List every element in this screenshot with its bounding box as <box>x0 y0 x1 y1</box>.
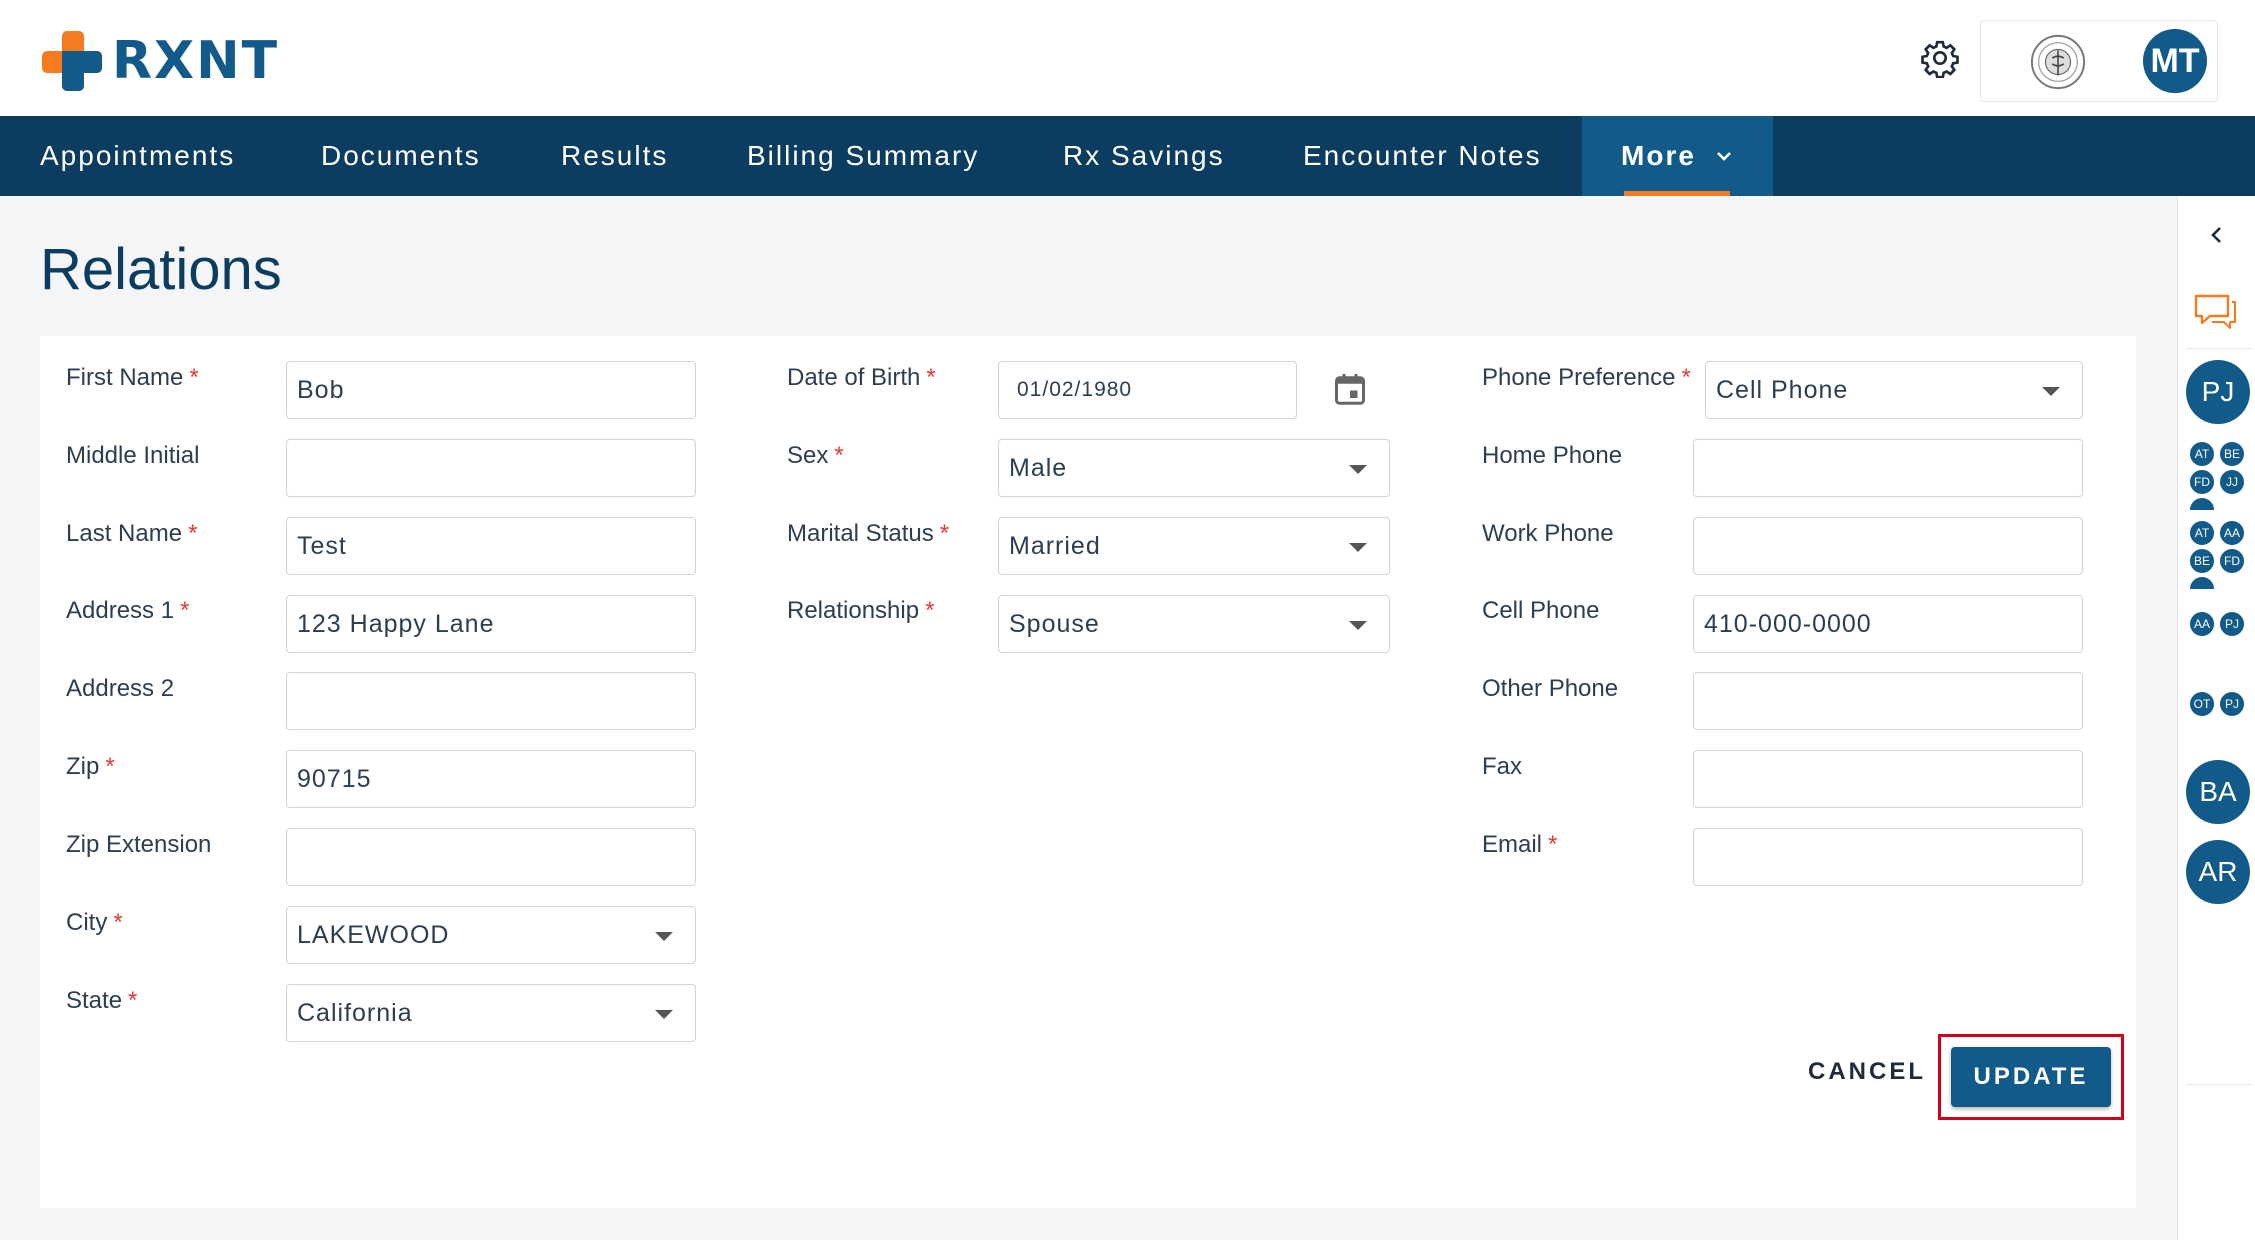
nav-more-label: More <box>1621 140 1696 171</box>
avatar[interactable]: MT <box>2143 29 2207 93</box>
address2-field[interactable] <box>286 672 696 730</box>
dob-field[interactable]: 01/02/1980 <box>998 361 1297 419</box>
email-field[interactable] <box>1693 828 2083 886</box>
relationship-label: Relationship * <box>787 597 935 624</box>
side-panel: PJ AT BE FD JJ AT AA BE FD AA PJ OT PJ B… <box>2177 196 2255 1240</box>
zip-extension-label: Zip Extension <box>66 831 212 858</box>
pair-avatar: AA <box>2188 610 2216 638</box>
middle-initial-field[interactable] <box>286 439 696 497</box>
pair-avatar: PJ <box>2218 610 2246 638</box>
group-avatar: AT <box>2188 440 2216 468</box>
address2-label: Address 2 <box>66 675 175 702</box>
group-avatar: JJ <box>2218 468 2246 496</box>
app-header: RXNT MT <box>0 0 2255 116</box>
nav-rx-savings[interactable]: Rx Savings <box>1063 116 1225 196</box>
email-label: Email * <box>1482 831 1558 858</box>
pair-avatar: PJ <box>2218 690 2246 718</box>
chevron-left-icon[interactable] <box>2206 224 2228 246</box>
zip-field[interactable]: 90715 <box>286 750 696 808</box>
logo-cross-icon <box>42 31 102 91</box>
group-avatar: BE <box>2188 547 2216 575</box>
other-phone-field[interactable] <box>1693 672 2083 730</box>
group-avatar-overflow <box>2188 496 2216 510</box>
rxnt-logo[interactable]: RXNT <box>42 30 279 92</box>
work-phone-label: Work Phone <box>1482 520 1614 547</box>
phone-preference-select[interactable]: Cell Phone <box>1705 361 2083 419</box>
chat-avatar-pj[interactable]: PJ <box>2186 360 2250 424</box>
group-avatar: FD <box>2218 547 2246 575</box>
chevron-down-icon <box>1717 152 1731 161</box>
group-avatar: FD <box>2188 468 2216 496</box>
dropdown-caret-icon <box>655 932 673 941</box>
marital-status-select[interactable]: Married <box>998 517 1390 575</box>
main-nav: Appointments Documents Results Billing S… <box>0 116 2255 196</box>
nav-appointments[interactable]: Appointments <box>40 116 235 196</box>
zip-extension-field[interactable] <box>286 828 696 886</box>
home-phone-field[interactable] <box>1693 439 2083 497</box>
update-button[interactable]: UPDATE <box>1951 1047 2111 1107</box>
other-phone-label: Other Phone <box>1482 675 1619 702</box>
state-label: State * <box>66 987 138 1014</box>
group-avatar-overflow <box>2188 575 2216 589</box>
nav-encounter-notes[interactable]: Encounter Notes <box>1303 116 1542 196</box>
sex-select[interactable]: Male <box>998 439 1390 497</box>
chat-pair-2[interactable]: OT PJ <box>2186 690 2250 720</box>
group-avatar: AA <box>2218 519 2246 547</box>
user-menu[interactable]: MT <box>1980 20 2218 102</box>
nav-results[interactable]: Results <box>561 116 668 196</box>
dropdown-caret-icon <box>655 1010 673 1019</box>
cell-phone-field[interactable]: 410-000-0000 <box>1693 595 2083 653</box>
sex-label: Sex * <box>787 442 844 469</box>
dob-label: Date of Birth * <box>787 364 936 391</box>
chat-icon[interactable] <box>2192 292 2238 332</box>
first-name-field[interactable]: Bob <box>286 361 696 419</box>
group-avatar: BE <box>2218 440 2246 468</box>
active-indicator <box>1624 191 1730 196</box>
divider <box>2186 1084 2252 1085</box>
chat-avatar-ar[interactable]: AR <box>2186 840 2250 904</box>
middle-initial-label: Middle Initial <box>66 442 200 469</box>
nav-more[interactable]: More <box>1582 116 1773 196</box>
calendar-icon[interactable] <box>1332 370 1368 408</box>
fax-label: Fax <box>1482 753 1523 780</box>
nav-documents[interactable]: Documents <box>321 116 481 196</box>
address1-label: Address 1 * <box>66 597 190 624</box>
city-label: City * <box>66 909 123 936</box>
update-highlight: UPDATE <box>1938 1034 2124 1120</box>
marital-status-label: Marital Status * <box>787 520 950 547</box>
chat-pair-1[interactable]: AA PJ <box>2186 610 2250 640</box>
dropdown-caret-icon <box>1349 621 1367 630</box>
page-title: Relations <box>40 237 282 302</box>
practice-seal-icon <box>2030 34 2086 90</box>
cancel-button[interactable]: CANCEL <box>1808 1058 1926 1086</box>
phone-preference-label: Phone Preference * <box>1482 364 1691 391</box>
chat-group-2[interactable]: AT AA BE FD <box>2186 519 2250 589</box>
divider <box>2186 348 2252 349</box>
work-phone-field[interactable] <box>1693 517 2083 575</box>
address1-field[interactable]: 123 Happy Lane <box>286 595 696 653</box>
dropdown-caret-icon <box>1349 465 1367 474</box>
dropdown-caret-icon <box>1349 543 1367 552</box>
first-name-label: First Name * <box>66 364 199 391</box>
relationship-select[interactable]: Spouse <box>998 595 1390 653</box>
fax-field[interactable] <box>1693 750 2083 808</box>
zip-label: Zip * <box>66 753 115 780</box>
cell-phone-label: Cell Phone <box>1482 597 1600 624</box>
group-avatar: AT <box>2188 519 2216 547</box>
state-select[interactable]: California <box>286 984 696 1042</box>
home-phone-label: Home Phone <box>1482 442 1623 469</box>
pair-avatar: OT <box>2188 690 2216 718</box>
logo-text: RXNT <box>112 31 280 91</box>
city-select[interactable]: LAKEWOOD <box>286 906 696 964</box>
dropdown-caret-icon <box>2042 387 2060 396</box>
chat-avatar-ba[interactable]: BA <box>2186 760 2250 824</box>
last-name-field[interactable]: Test <box>286 517 696 575</box>
nav-billing-summary[interactable]: Billing Summary <box>747 116 979 196</box>
chat-group-1[interactable]: AT BE FD JJ <box>2186 440 2250 510</box>
gear-icon[interactable] <box>1920 38 1960 78</box>
last-name-label: Last Name * <box>66 520 198 547</box>
